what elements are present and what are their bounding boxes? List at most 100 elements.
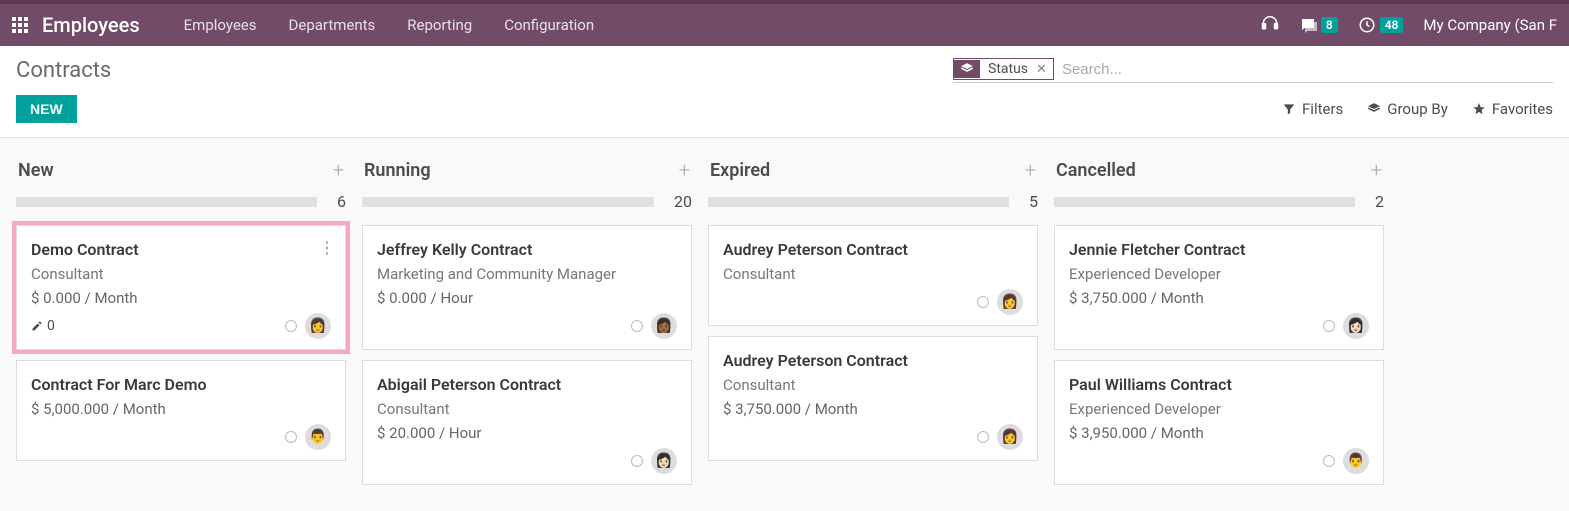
card-footer: 👩🏻 — [1069, 313, 1369, 339]
status-dot[interactable] — [631, 455, 643, 467]
messages-badge: 8 — [1321, 17, 1338, 33]
search-area: Status ✕ — [953, 58, 1553, 83]
kanban-card[interactable]: Jennie Fletcher Contract Experienced Deve… — [1054, 225, 1384, 350]
app-brand[interactable]: Employees — [42, 13, 140, 37]
card-subtitle: Consultant — [377, 400, 677, 418]
filters-label: Filters — [1302, 100, 1343, 118]
status-dot[interactable] — [285, 431, 297, 443]
kanban-column: Expired +5 Audrey Peterson ContractConsult… — [708, 154, 1038, 495]
avatar[interactable]: 👩 — [997, 289, 1023, 315]
card-right: 👨 — [285, 424, 331, 450]
card-right: 👩🏻 — [631, 448, 677, 474]
groupby-menu[interactable]: Group By — [1367, 100, 1448, 118]
messages-icon[interactable]: 8 — [1299, 16, 1338, 34]
facet-remove-icon[interactable]: ✕ — [1034, 62, 1053, 77]
nav-departments[interactable]: Departments — [273, 16, 392, 34]
star-icon — [1472, 102, 1486, 116]
new-button[interactable]: NEW — [16, 95, 77, 123]
pencil-icon — [31, 320, 43, 332]
avatar[interactable]: 👨 — [305, 424, 331, 450]
card-subtitle: Experienced Developer — [1069, 400, 1369, 418]
card-wage: $ 3,750.000 / Month — [1069, 289, 1369, 307]
kanban-card[interactable]: Audrey Peterson ContractConsultant$ 3,75… — [708, 336, 1038, 461]
funnel-icon — [1282, 102, 1296, 116]
search-options: Filters Group By Favorites — [1282, 100, 1553, 118]
card-wage: $ 3,750.000 / Month — [723, 400, 1023, 418]
search-input[interactable] — [1060, 59, 1553, 80]
card-footer: 👩 — [723, 289, 1023, 315]
status-dot[interactable] — [977, 296, 989, 308]
avatar[interactable]: 👩🏾 — [651, 313, 677, 339]
column-progress: 6 — [16, 192, 346, 211]
kanban-card[interactable]: Audrey Peterson ContractConsultant👩 — [708, 225, 1038, 326]
column-progress: 2 — [1054, 192, 1384, 211]
column-count: 6 — [337, 192, 346, 211]
search-facet-status[interactable]: Status ✕ — [953, 58, 1054, 80]
card-wage: $ 20.000 / Hour — [377, 424, 677, 442]
layers-icon — [1367, 102, 1381, 116]
column-title[interactable]: Expired — [710, 160, 770, 181]
company-switcher[interactable]: My Company (San F — [1423, 16, 1557, 34]
column-progress: 20 — [362, 192, 692, 211]
column-header: Running + — [362, 154, 692, 186]
avatar[interactable]: 👩 — [997, 424, 1023, 450]
card-wage: $ 5,000.000 / Month — [31, 400, 331, 418]
column-title[interactable]: New — [18, 160, 54, 181]
card-title: Paul Williams Contract — [1069, 375, 1369, 394]
status-dot[interactable] — [631, 320, 643, 332]
card-title: Contract For Marc Demo — [31, 375, 331, 394]
kanban-board: New+6⋮Demo ContractConsultant$ 0.000 / M… — [0, 138, 1569, 511]
progress-bar[interactable] — [1054, 197, 1355, 207]
kanban-column: Cancelled +2 Jennie Fletcher Contract Exper… — [1054, 154, 1384, 495]
favorites-menu[interactable]: Favorites — [1472, 100, 1553, 118]
card-right: 👨 — [1323, 448, 1369, 474]
filters-menu[interactable]: Filters — [1282, 100, 1343, 118]
card-wage: $ 0.000 / Month — [31, 289, 331, 307]
column-progress: 5 — [708, 192, 1038, 211]
card-footer: 👨 — [1069, 448, 1369, 474]
progress-bar[interactable] — [362, 197, 654, 207]
avatar[interactable]: 👨 — [1343, 448, 1369, 474]
status-dot[interactable] — [977, 431, 989, 443]
progress-bar[interactable] — [16, 197, 317, 207]
layers-icon — [954, 60, 980, 78]
card-footer: 👩🏾 — [377, 313, 677, 339]
activities-badge: 48 — [1380, 17, 1404, 33]
nav-configuration[interactable]: Configuration — [488, 16, 610, 34]
card-menu-icon[interactable]: ⋮ — [319, 238, 335, 257]
card-title: Jennie Fletcher Contract — [1069, 240, 1369, 259]
column-add-icon[interactable]: + — [333, 158, 344, 182]
favorites-label: Favorites — [1492, 100, 1553, 118]
status-dot[interactable] — [285, 320, 297, 332]
kanban-card[interactable]: Paul Williams Contract Experienced Develo… — [1054, 360, 1384, 485]
card-right: 👩 — [285, 313, 331, 339]
column-header: Expired + — [708, 154, 1038, 186]
nav-employees[interactable]: Employees — [168, 16, 273, 34]
topbar-right: 8 48 My Company (San F — [1261, 16, 1557, 34]
kanban-card[interactable]: Contract For Marc Demo $ 5,000.000 / Mont… — [16, 360, 346, 461]
column-title[interactable]: Running — [364, 160, 431, 181]
kanban-card[interactable]: Abigail Peterson ContractConsultant$ 20.… — [362, 360, 692, 485]
column-add-icon[interactable]: + — [679, 158, 690, 182]
sign-count: 0 — [47, 318, 55, 334]
kanban-card[interactable]: ⋮Demo ContractConsultant$ 0.000 / Month0… — [16, 225, 346, 350]
activities-icon[interactable]: 48 — [1358, 16, 1404, 34]
card-subtitle: Consultant — [723, 376, 1023, 394]
kanban-column: New+6⋮Demo ContractConsultant$ 0.000 / M… — [16, 154, 346, 495]
column-add-icon[interactable]: + — [1025, 158, 1036, 182]
status-dot[interactable] — [1323, 455, 1335, 467]
avatar[interactable]: 👩🏻 — [1343, 313, 1369, 339]
column-add-icon[interactable]: + — [1371, 158, 1382, 182]
apps-icon[interactable] — [12, 17, 28, 33]
progress-bar[interactable] — [708, 197, 1009, 207]
avatar[interactable]: 👩 — [305, 313, 331, 339]
nav-reporting[interactable]: Reporting — [391, 16, 488, 34]
status-dot[interactable] — [1323, 320, 1335, 332]
card-right: 👩 — [977, 289, 1023, 315]
card-subtitle: Experienced Developer — [1069, 265, 1369, 283]
kanban-column: Running +20 Jeffrey Kelly ContractMarketin… — [362, 154, 692, 495]
kanban-card[interactable]: Jeffrey Kelly ContractMarketing and Comm… — [362, 225, 692, 350]
avatar[interactable]: 👩🏻 — [651, 448, 677, 474]
column-title[interactable]: Cancelled — [1056, 160, 1136, 181]
voip-icon[interactable] — [1261, 16, 1279, 34]
